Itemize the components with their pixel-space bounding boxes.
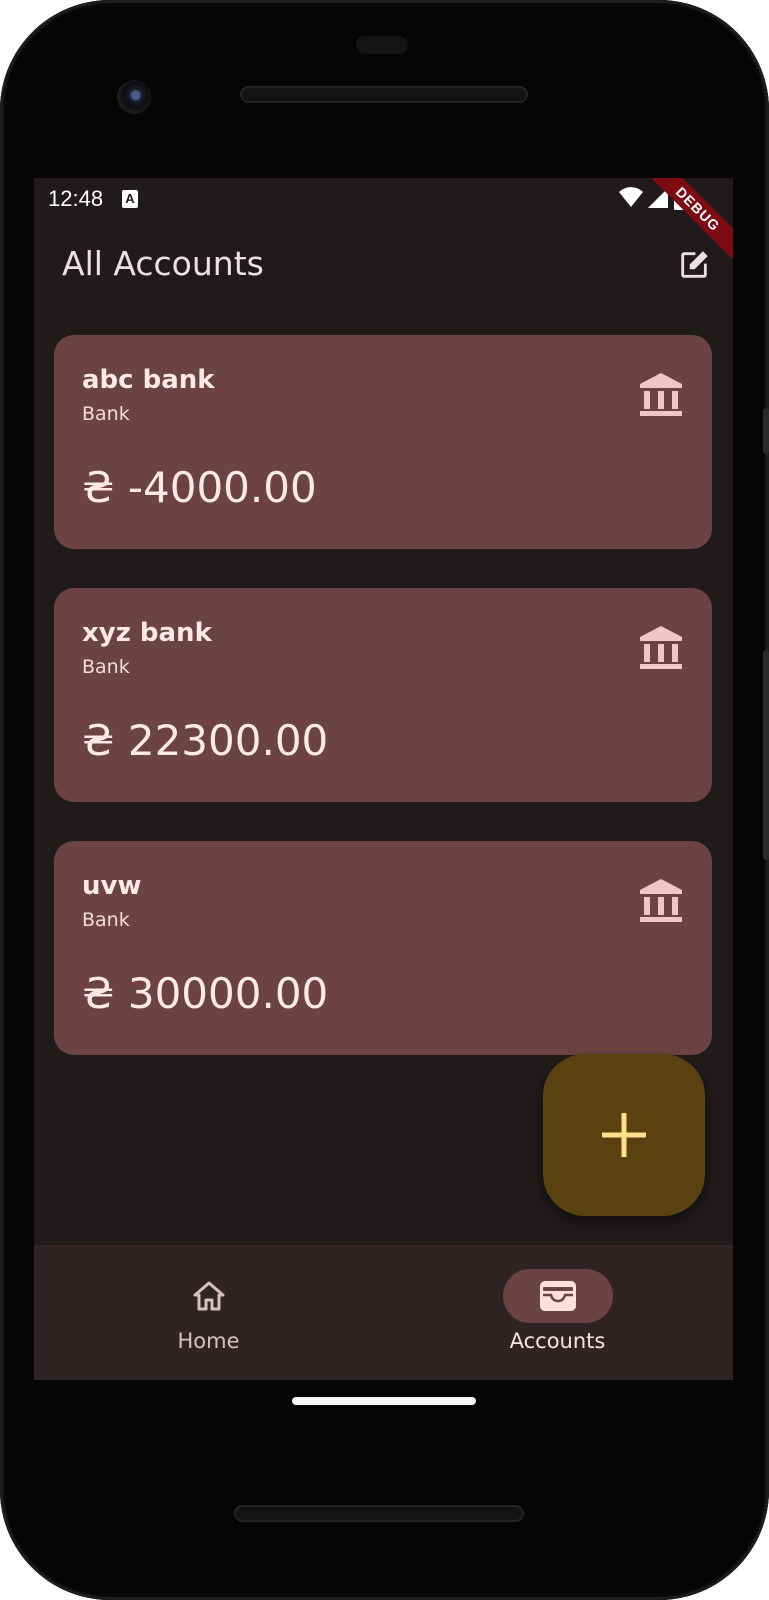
nav-label-home: Home [177,1329,240,1353]
account-balance: ₴ -4000.00 [82,463,317,512]
status-time: 12:48 [48,186,104,211]
home-gesture-bar[interactable] [292,1397,476,1405]
add-account-button[interactable] [543,1054,705,1216]
account-type: Bank [82,909,130,931]
account-balance: ₴ 22300.00 [82,716,329,765]
nav-label-accounts: Accounts [509,1329,606,1353]
bottom-navigation: Home Accounts [34,1245,733,1380]
edit-icon [681,251,708,278]
side-button-volume [763,650,769,860]
account-name: uvw [82,871,142,901]
account-card[interactable]: abc bank Bank ₴ -4000.00 [54,335,712,549]
status-bar: 12:48 A [34,178,733,222]
plus-icon [602,1113,646,1157]
wifi-icon [619,187,643,207]
top-speaker [240,86,528,103]
home-icon [193,1281,224,1311]
bank-icon [640,626,682,669]
front-sensor [356,36,408,54]
account-type: Bank [82,403,130,425]
edit-button[interactable] [673,244,715,286]
side-button-upper [763,408,769,454]
front-camera [117,80,151,114]
wallet-icon [539,1281,576,1311]
nav-item-home[interactable]: Home [34,1245,383,1380]
account-card[interactable]: uvw Bank ₴ 30000.00 [54,841,712,1055]
bank-icon [640,879,682,922]
app-bar: All Accounts [34,222,733,312]
nav-active-indicator [502,1269,613,1323]
app-screen: 12:48 A DEBUG All Accounts abc bank Bank… [34,178,733,1380]
bottom-speaker [234,1505,524,1522]
a-icon: A [122,190,138,208]
account-name: xyz bank [82,618,212,648]
account-name: abc bank [82,365,215,395]
account-card[interactable]: xyz bank Bank ₴ 22300.00 [54,588,712,802]
nav-item-accounts[interactable]: Accounts [383,1245,732,1380]
device-frame: 12:48 A DEBUG All Accounts abc bank Bank… [0,0,769,1600]
bank-icon [640,373,682,416]
nav-icon-container [154,1269,264,1323]
page-title: All Accounts [62,244,264,283]
account-balance: ₴ 30000.00 [82,969,329,1018]
account-type: Bank [82,656,130,678]
